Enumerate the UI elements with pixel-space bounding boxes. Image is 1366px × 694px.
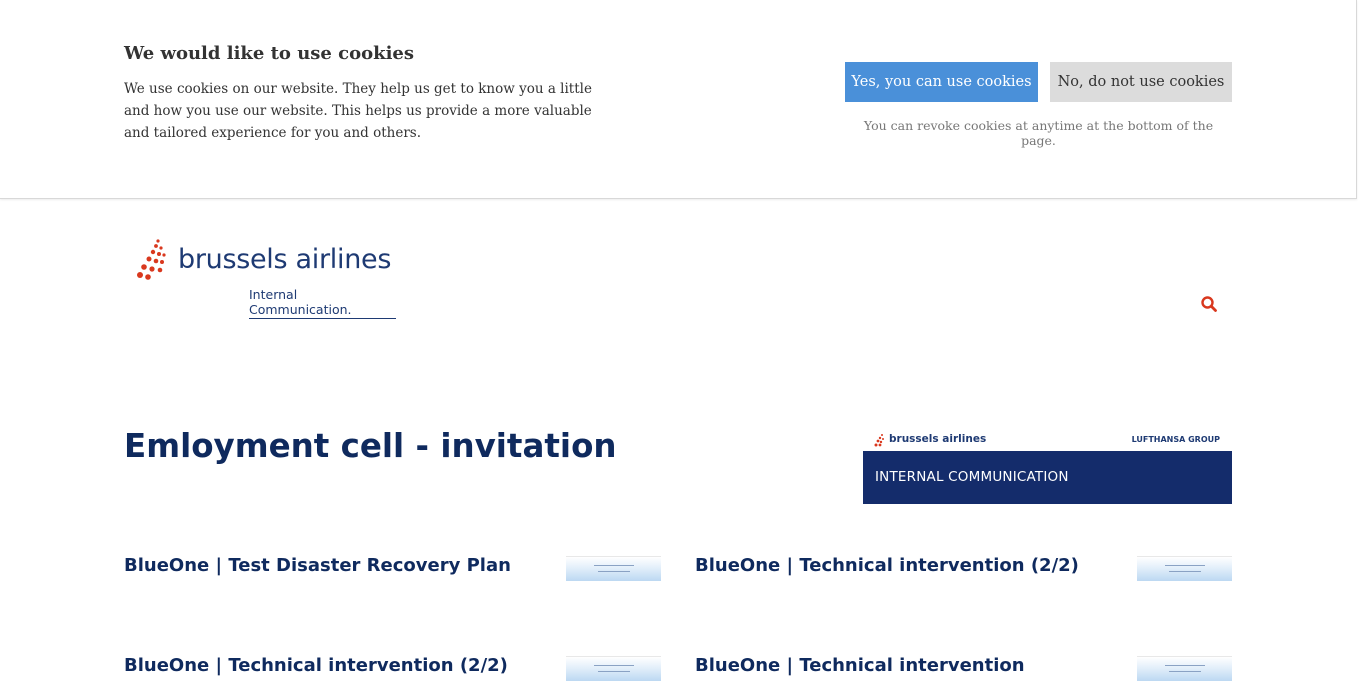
site-logo[interactable]: brussels airlines Internal Communication… xyxy=(136,236,396,319)
accept-cookies-button[interactable]: Yes, you can use cookies xyxy=(845,62,1038,102)
article-title[interactable]: BlueOne | Test Disaster Recovery Plan xyxy=(124,555,511,576)
cookie-revoke-note: You can revoke cookies at anytime at the… xyxy=(863,118,1214,148)
article-thumbnail[interactable] xyxy=(1137,556,1232,581)
banner-brand: brussels airlines xyxy=(889,433,987,445)
search-icon[interactable] xyxy=(1200,295,1218,313)
brussels-airlines-logo-icon xyxy=(137,239,166,280)
logo-wordmark: brussels airlines xyxy=(178,244,392,275)
article-title[interactable]: BlueOne | Technical intervention (2/2) xyxy=(124,655,508,676)
article-thumbnail[interactable] xyxy=(566,556,661,581)
banner-label: INTERNAL COMMUNICATION xyxy=(875,469,1069,485)
article-thumbnail[interactable] xyxy=(1137,656,1232,681)
decline-cookies-button[interactable]: No, do not use cookies xyxy=(1050,62,1232,102)
internal-communication-banner: brussels airlines LUFTHANSA GROUP INTERN… xyxy=(863,430,1232,504)
article-title[interactable]: BlueOne | Technical intervention xyxy=(695,655,1025,676)
logo-subtitle: Internal Communication. xyxy=(249,287,396,319)
article-title[interactable]: BlueOne | Technical intervention (2/2) xyxy=(695,555,1079,576)
banner-top-strip: brussels airlines LUFTHANSA GROUP xyxy=(863,430,1232,451)
page-title: Emloyment cell - invitation xyxy=(124,427,617,465)
cookie-banner-text: We use cookies on our website. They help… xyxy=(124,81,592,141)
article-thumbnail[interactable] xyxy=(566,656,661,681)
cookie-banner: We would like to use cookies We use cook… xyxy=(0,0,1357,199)
cookie-banner-title: We would like to use cookies xyxy=(124,43,415,64)
banner-group: LUFTHANSA GROUP xyxy=(1131,435,1220,444)
brussels-airlines-mini-logo-icon xyxy=(874,434,884,447)
banner-label-area: INTERNAL COMMUNICATION xyxy=(863,451,1232,504)
